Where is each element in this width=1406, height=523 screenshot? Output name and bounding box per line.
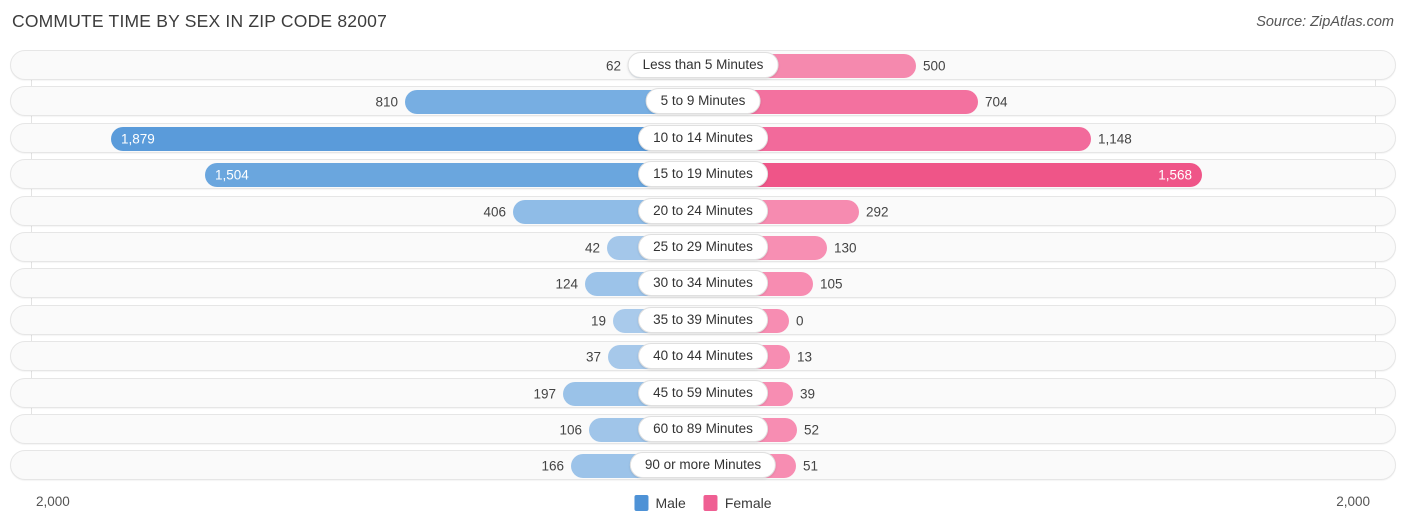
male-value-label: 810 — [375, 94, 398, 110]
male-value-label: 124 — [555, 276, 578, 292]
axis-tick-left: 2,000 — [36, 494, 70, 509]
male-bar[interactable]: 1,504 — [205, 163, 703, 188]
category-label: 25 to 29 Minutes — [638, 233, 768, 260]
table-row[interactable]: 810 704 5 to 9 Minutes — [10, 86, 1396, 117]
female-color-swatch — [703, 495, 718, 511]
female-value-label: 13 — [797, 349, 813, 365]
female-value-label: 1,148 — [1098, 131, 1132, 147]
table-row[interactable]: 37 13 40 to 44 Minutes — [10, 341, 1396, 372]
male-value-label: 166 — [541, 458, 564, 474]
category-label: 20 to 24 Minutes — [638, 197, 768, 224]
category-label: 35 to 39 Minutes — [638, 306, 768, 333]
female-value-label: 1,568 — [1158, 167, 1192, 183]
female-bar[interactable]: 1,568 — [703, 163, 1202, 188]
legend-item-female[interactable]: Female — [703, 495, 772, 511]
source-attribution: Source: ZipAtlas.com — [1256, 14, 1394, 30]
female-value-label: 292 — [866, 204, 889, 220]
category-label: 15 to 19 Minutes — [638, 161, 768, 188]
category-label: 45 to 59 Minutes — [638, 379, 768, 406]
legend-item-male[interactable]: Male — [634, 495, 686, 511]
table-row[interactable]: 19 0 35 to 39 Minutes — [10, 304, 1396, 335]
table-row[interactable]: 406 292 20 to 24 Minutes — [10, 195, 1396, 226]
male-value-label: 106 — [559, 422, 582, 438]
male-value-label: 62 — [605, 58, 621, 74]
category-label: 30 to 34 Minutes — [638, 270, 768, 297]
table-row[interactable]: 1,879 1,148 10 to 14 Minutes — [10, 122, 1396, 153]
table-row[interactable]: 1,504 1,568 15 to 19 Minutes — [10, 159, 1396, 190]
plot-area: 62 500 Less than 5 Minutes 810 704 5 to 9 Min… — [0, 50, 1406, 487]
axis-tick-right: 2,000 — [1336, 494, 1370, 509]
female-value-label: 51 — [803, 458, 819, 474]
male-value-label: 37 — [585, 349, 601, 365]
male-value-label: 197 — [533, 386, 556, 402]
legend-label-male: Male — [655, 495, 686, 511]
table-row[interactable]: 197 39 45 to 59 Minutes — [10, 377, 1396, 408]
table-row[interactable]: 166 51 90 or more Minutes — [10, 450, 1396, 481]
male-value-label: 42 — [584, 240, 600, 256]
female-value-label: 39 — [800, 386, 816, 402]
category-label: Less than 5 Minutes — [627, 52, 779, 78]
bar-rows: 62 500 Less than 5 Minutes 810 704 5 to 9 Min… — [0, 50, 1406, 487]
page-title: COMMUTE TIME BY SEX IN ZIP CODE 82007 — [12, 11, 388, 31]
table-row[interactable]: 42 130 25 to 29 Minutes — [10, 231, 1396, 262]
legend-label-female: Female — [724, 495, 772, 511]
male-value-label: 1,879 — [121, 131, 155, 147]
category-label: 10 to 14 Minutes — [638, 124, 768, 151]
female-value-label: 52 — [804, 422, 820, 438]
commute-time-chart: COMMUTE TIME BY SEX IN ZIP CODE 82007 So… — [0, 0, 1406, 523]
female-value-label: 130 — [834, 240, 857, 256]
male-value-label: 1,504 — [215, 167, 249, 183]
male-bar[interactable]: 1,879 — [111, 126, 703, 151]
male-value-label: 406 — [483, 204, 506, 220]
male-value-label: 19 — [590, 313, 606, 329]
legend: Male Female — [634, 495, 772, 511]
category-label: 40 to 44 Minutes — [638, 343, 768, 370]
female-value-label: 0 — [796, 313, 804, 329]
female-value-label: 500 — [923, 58, 946, 74]
category-label: 5 to 9 Minutes — [645, 88, 761, 115]
female-value-label: 704 — [985, 94, 1008, 110]
table-row[interactable]: 62 500 Less than 5 Minutes — [10, 50, 1396, 80]
male-color-swatch — [634, 495, 649, 511]
table-row[interactable]: 106 52 60 to 89 Minutes — [10, 413, 1396, 444]
female-value-label: 105 — [820, 276, 843, 292]
category-label: 90 or more Minutes — [629, 452, 777, 479]
category-label: 60 to 89 Minutes — [638, 415, 768, 442]
table-row[interactable]: 124 105 30 to 34 Minutes — [10, 268, 1396, 299]
